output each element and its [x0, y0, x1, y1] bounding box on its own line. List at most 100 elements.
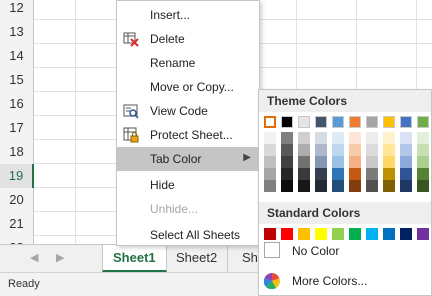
menu-item-label: Delete [150, 32, 185, 46]
color-swatch[interactable] [417, 132, 429, 144]
color-swatch[interactable] [383, 156, 395, 168]
row-header[interactable]: 21 [0, 212, 34, 236]
color-swatch[interactable] [332, 116, 344, 128]
color-swatch[interactable] [264, 132, 276, 144]
color-swatch[interactable] [281, 168, 293, 180]
row-header[interactable]: 15 [0, 68, 34, 92]
menu-item-move-or-copy[interactable]: Move or Copy... [117, 75, 259, 99]
color-swatch[interactable] [383, 228, 395, 240]
row-header[interactable]: 20 [0, 188, 34, 212]
color-swatch[interactable] [417, 180, 429, 192]
row-header[interactable]: 12 [0, 0, 34, 20]
color-swatch[interactable] [400, 180, 412, 192]
row-header[interactable]: 17 [0, 116, 34, 140]
menu-item-rename[interactable]: Rename [117, 51, 259, 75]
color-swatch[interactable] [264, 180, 276, 192]
row-header[interactable]: 13 [0, 20, 34, 44]
menu-item-label: Insert... [150, 8, 191, 22]
color-swatch[interactable] [264, 156, 276, 168]
color-swatch[interactable] [332, 180, 344, 192]
color-swatch[interactable] [264, 228, 276, 240]
menu-item-protect-sheet[interactable]: Protect Sheet... [117, 123, 259, 147]
menu-item-delete[interactable]: Delete [117, 27, 259, 51]
color-swatch[interactable] [281, 144, 293, 156]
color-swatch[interactable] [400, 132, 412, 144]
color-swatch[interactable] [281, 180, 293, 192]
color-swatch[interactable] [315, 132, 327, 144]
color-swatch[interactable] [400, 144, 412, 156]
color-swatch[interactable] [349, 180, 361, 192]
color-swatch[interactable] [417, 156, 429, 168]
color-swatch[interactable] [383, 180, 395, 192]
color-swatch[interactable] [349, 116, 361, 128]
color-swatch[interactable] [332, 144, 344, 156]
color-swatch[interactable] [298, 132, 310, 144]
row-header[interactable]: 19 [0, 164, 34, 188]
color-swatch[interactable] [366, 156, 378, 168]
color-swatch[interactable] [366, 144, 378, 156]
menu-item-label: View Code [150, 104, 208, 118]
color-swatch[interactable] [417, 144, 429, 156]
row-header[interactable]: 16 [0, 92, 34, 116]
color-swatch[interactable] [298, 228, 310, 240]
menu-item-hide[interactable]: Hide [117, 173, 259, 197]
color-swatch[interactable] [383, 132, 395, 144]
color-swatch[interactable] [417, 116, 429, 128]
color-swatch[interactable] [281, 156, 293, 168]
color-swatch[interactable] [298, 156, 310, 168]
color-swatch[interactable] [349, 144, 361, 156]
color-swatch[interactable] [366, 228, 378, 240]
color-swatch[interactable] [383, 168, 395, 180]
color-swatch[interactable] [417, 168, 429, 180]
color-swatch[interactable] [400, 116, 412, 128]
color-swatch[interactable] [281, 116, 293, 128]
color-swatch[interactable] [315, 168, 327, 180]
color-swatch[interactable] [315, 116, 327, 128]
color-swatch[interactable] [383, 116, 395, 128]
color-swatch[interactable] [281, 228, 293, 240]
more-colors-option[interactable]: More Colors... [292, 274, 367, 288]
menu-item-tab-color[interactable]: Tab Color ▶ [117, 147, 259, 171]
row-header[interactable]: 22 [0, 236, 34, 244]
color-swatch[interactable] [349, 168, 361, 180]
color-swatch[interactable] [366, 116, 378, 128]
color-swatch[interactable] [264, 116, 276, 128]
menu-item-insert[interactable]: Insert... [117, 3, 259, 27]
color-swatch[interactable] [332, 132, 344, 144]
row-header[interactable]: 18 [0, 140, 34, 164]
color-swatch[interactable] [349, 132, 361, 144]
scroll-tabs-right-icon[interactable]: ▶ [56, 251, 64, 264]
row-header[interactable]: 14 [0, 44, 34, 68]
color-swatch[interactable] [366, 132, 378, 144]
sheet-tab-sheet2[interactable]: Sheet2 [166, 245, 229, 273]
color-swatch[interactable] [281, 132, 293, 144]
color-swatch[interactable] [264, 144, 276, 156]
color-swatch[interactable] [400, 156, 412, 168]
color-swatch[interactable] [366, 168, 378, 180]
color-swatch[interactable] [417, 228, 429, 240]
sheet-tab-sheet1[interactable]: Sheet1 [102, 245, 167, 273]
color-swatch[interactable] [332, 168, 344, 180]
scroll-tabs-left-icon[interactable]: ◀ [30, 251, 38, 264]
no-color-option[interactable]: No Color [292, 244, 339, 258]
color-swatch[interactable] [383, 144, 395, 156]
color-swatch[interactable] [298, 180, 310, 192]
color-swatch[interactable] [349, 156, 361, 168]
color-swatch[interactable] [315, 180, 327, 192]
color-swatch[interactable] [349, 228, 361, 240]
color-swatch[interactable] [264, 168, 276, 180]
color-swatch[interactable] [400, 168, 412, 180]
color-swatch[interactable] [332, 156, 344, 168]
color-swatch[interactable] [315, 144, 327, 156]
color-swatch[interactable] [366, 180, 378, 192]
menu-item-view-code[interactable]: View Code [117, 99, 259, 123]
color-swatch[interactable] [315, 228, 327, 240]
color-swatch[interactable] [332, 228, 344, 240]
color-swatch[interactable] [298, 168, 310, 180]
color-swatch[interactable] [298, 116, 310, 128]
color-swatch[interactable] [315, 156, 327, 168]
color-swatch[interactable] [298, 144, 310, 156]
menu-item-select-all-sheets[interactable]: Select All Sheets [117, 223, 259, 247]
color-swatch[interactable] [400, 228, 412, 240]
menu-item-label: Move or Copy... [150, 80, 234, 94]
